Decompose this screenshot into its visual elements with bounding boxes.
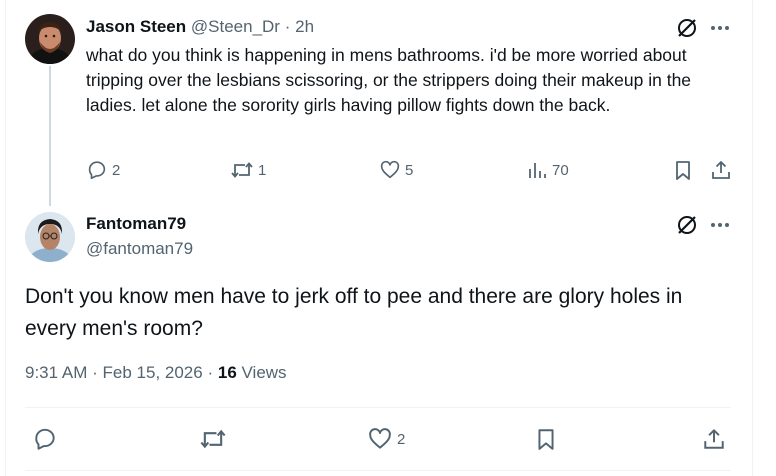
reply-text: what do you think is happening in mens b… [86, 45, 692, 115]
repost-button[interactable] [199, 426, 227, 452]
repost-icon [230, 159, 254, 181]
more-button[interactable] [709, 214, 731, 236]
reply-button[interactable] [32, 426, 58, 452]
like-button[interactable]: 2 [367, 426, 405, 452]
views-count: 16 [217, 363, 237, 382]
like-count: 2 [397, 430, 406, 448]
separator-dot: · [284, 17, 291, 36]
more-icon [709, 214, 731, 236]
more-icon [709, 17, 731, 39]
share-button[interactable] [710, 159, 732, 181]
author-handle[interactable]: @Steen_Dr [191, 17, 280, 36]
reply-header: Jason Steen @Steen_Dr · 2h [86, 16, 314, 38]
author-handle[interactable]: @fantoman79 [86, 238, 193, 260]
views-label: Views [241, 363, 287, 382]
bookmark-icon [534, 426, 558, 452]
grok-icon [676, 17, 698, 39]
post-time[interactable]: 9:31 AM [25, 363, 87, 382]
like-button[interactable]: 5 [379, 159, 413, 181]
reply-button[interactable]: 2 [86, 159, 120, 181]
bookmark-icon [672, 159, 694, 181]
post-date[interactable]: Feb 15, 2026 [103, 363, 203, 382]
avatar[interactable] [25, 212, 75, 262]
post-time[interactable]: 2h [295, 17, 314, 36]
divider [25, 470, 731, 471]
reply-icon [86, 159, 108, 181]
separator-dot: · [207, 363, 214, 382]
bookmark-button[interactable] [534, 426, 558, 452]
separator-dot: · [92, 363, 98, 382]
grok-button[interactable] [676, 214, 698, 236]
share-icon [710, 159, 732, 181]
views-icon [526, 159, 548, 181]
divider [25, 407, 731, 408]
post-meta: 9:31 AM · Feb 15, 2026 · 16 Views [25, 362, 287, 384]
grok-button[interactable] [676, 17, 698, 39]
share-button[interactable] [702, 426, 726, 452]
like-icon [367, 426, 393, 452]
more-button[interactable] [709, 17, 731, 39]
thread-connector-line [49, 66, 51, 206]
reply-count: 2 [112, 161, 121, 179]
grok-icon [676, 214, 698, 236]
like-count: 5 [405, 161, 414, 179]
view-count: 70 [552, 161, 569, 179]
author-name[interactable]: Jason Steen [86, 17, 186, 36]
views-button[interactable]: 70 [526, 159, 569, 181]
like-icon [379, 159, 401, 181]
author-name[interactable]: Fantoman79 [86, 213, 186, 235]
bookmark-button[interactable] [672, 159, 694, 181]
repost-count: 1 [258, 161, 267, 179]
avatar[interactable] [25, 14, 75, 64]
repost-icon [199, 426, 227, 452]
share-icon [702, 426, 726, 452]
reply-icon [32, 426, 58, 452]
repost-button[interactable]: 1 [230, 159, 266, 181]
post-text: Don't you know men have to jerk off to p… [25, 285, 683, 340]
